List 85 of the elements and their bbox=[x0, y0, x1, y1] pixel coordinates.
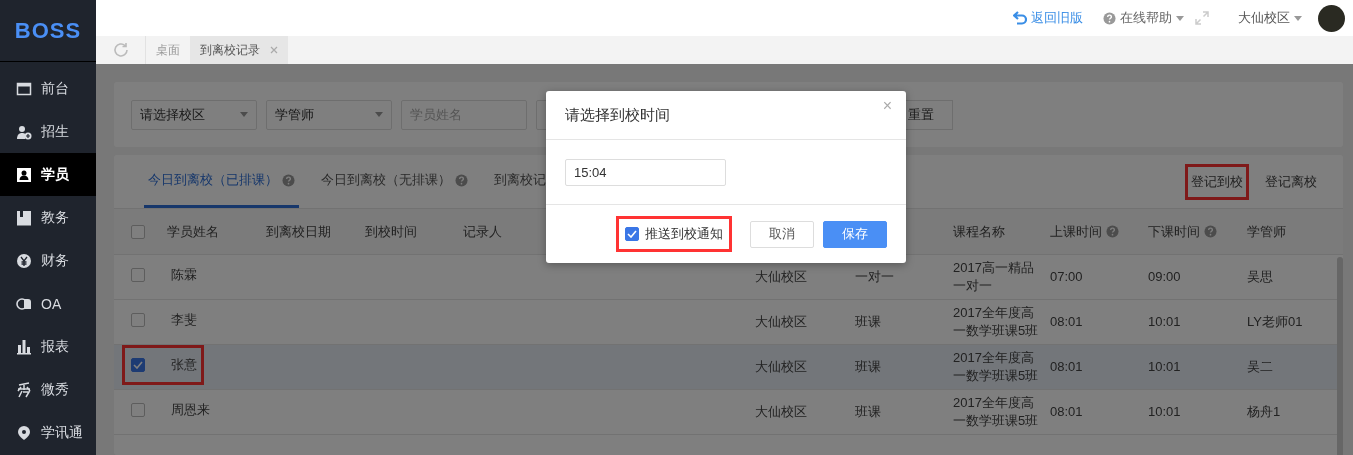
table-cell: 08:01 bbox=[1050, 313, 1083, 331]
select-field[interactable]: 请选择校区 bbox=[131, 99, 257, 130]
table-cell: 10:01 bbox=[1148, 358, 1181, 376]
sidebar-item[interactable]: 财务 bbox=[0, 239, 96, 282]
scrollbar[interactable] bbox=[1337, 257, 1343, 455]
checkmark-icon bbox=[133, 361, 143, 369]
caret-icon bbox=[375, 112, 383, 117]
back-link[interactable]: 返回旧版 bbox=[1013, 9, 1083, 28]
sidebar-item[interactable]: 招生 bbox=[0, 110, 96, 153]
table-cell: 李斐 bbox=[171, 311, 197, 329]
sidebar-item[interactable]: 前台 bbox=[0, 67, 96, 110]
help-icon bbox=[1103, 11, 1116, 25]
bar-chart-icon bbox=[16, 338, 32, 355]
book-icon bbox=[16, 209, 32, 226]
table-cell: 杨舟1 bbox=[1247, 403, 1281, 421]
refresh-icon bbox=[112, 42, 129, 59]
table-cell: 陈霖 bbox=[171, 266, 197, 284]
column-header: 记录人 bbox=[463, 222, 502, 241]
sidebar-item[interactable]: 学员 bbox=[0, 153, 96, 196]
sidebar-item[interactable]: 报表 bbox=[0, 325, 96, 368]
checkbox[interactable] bbox=[131, 403, 145, 417]
save-button[interactable]: 保存 bbox=[823, 220, 887, 248]
cancel-button[interactable]: 取消 bbox=[750, 220, 814, 248]
table-cell: 吴二 bbox=[1247, 358, 1273, 376]
checkbox[interactable] bbox=[131, 313, 145, 327]
sidebar-item[interactable]: 教务 bbox=[0, 196, 96, 239]
caret-icon bbox=[240, 112, 248, 117]
sidebar-item[interactable]: OA bbox=[0, 282, 96, 325]
select-field[interactable]: 学管师 bbox=[266, 99, 392, 130]
undo-icon bbox=[1013, 11, 1027, 26]
column-header: 下课时间 bbox=[1148, 222, 1200, 241]
table-cell: LY老师01 bbox=[1247, 313, 1303, 331]
checkbox[interactable] bbox=[131, 358, 145, 372]
caret-icon bbox=[1294, 15, 1302, 21]
help-icon bbox=[455, 173, 468, 187]
column-header: 上课时间 bbox=[1050, 222, 1102, 241]
sidebar-item[interactable]: 学讯通 bbox=[0, 411, 96, 454]
table-cell: 10:01 bbox=[1148, 403, 1181, 421]
help-menu[interactable]: 在线帮助 bbox=[1103, 9, 1184, 28]
list-tab[interactable]: 今日到离校（无排课） bbox=[317, 155, 472, 208]
time-field[interactable]: 15:04 bbox=[565, 158, 726, 186]
caret-icon bbox=[1176, 15, 1184, 21]
table-cell: 班课 bbox=[855, 403, 881, 421]
notify-checkbox[interactable]: 推送到校通知 bbox=[616, 216, 732, 252]
table-cell: 09:00 bbox=[1148, 268, 1181, 286]
table-cell: 07:00 bbox=[1050, 268, 1083, 286]
column-header: 学员姓名 bbox=[167, 222, 219, 241]
table-cell: 08:01 bbox=[1050, 358, 1083, 376]
brush-glyph-icon bbox=[16, 381, 32, 398]
dialog-title: 请选择到校时间 bbox=[565, 105, 670, 125]
close-icon bbox=[270, 46, 278, 55]
column-header: 到校时间 bbox=[365, 222, 417, 241]
help-icon bbox=[282, 173, 295, 187]
sidebar-item[interactable]: 微秀 bbox=[0, 368, 96, 411]
action-button[interactable]: 登记离校 bbox=[1259, 163, 1323, 200]
page-tab[interactable]: 桌面 bbox=[146, 36, 190, 64]
table-cell: 大仙校区 bbox=[755, 358, 807, 376]
checkbox[interactable] bbox=[131, 224, 145, 239]
action-button[interactable]: 登记到校 bbox=[1185, 163, 1249, 200]
list-tab[interactable]: 到离校记 bbox=[490, 155, 550, 208]
table-cell: 班课 bbox=[855, 358, 881, 376]
table-cell: 吴思 bbox=[1247, 268, 1273, 286]
calendar-icon bbox=[16, 80, 32, 97]
table-cell: 班课 bbox=[855, 313, 881, 331]
campus-menu[interactable]: 大仙校区 bbox=[1238, 9, 1302, 28]
table-cell: 10:01 bbox=[1148, 313, 1181, 331]
table-cell: 张意 bbox=[171, 356, 197, 374]
column-header: 到离校日期 bbox=[266, 222, 331, 241]
table-cell: 大仙校区 bbox=[755, 268, 807, 286]
checkbox[interactable] bbox=[131, 268, 145, 282]
user-add-icon bbox=[16, 123, 32, 140]
checkmark-icon bbox=[627, 230, 637, 238]
chat-icon bbox=[16, 295, 32, 312]
table-cell: 大仙校区 bbox=[755, 403, 807, 421]
table-cell: 周恩来 bbox=[171, 401, 210, 419]
table-cell: 大仙校区 bbox=[755, 313, 807, 331]
table-cell: 08:01 bbox=[1050, 403, 1083, 421]
page-tab[interactable]: 到离校记录 bbox=[190, 36, 288, 64]
column-header: 课程名称 bbox=[953, 222, 1005, 241]
expand-icon bbox=[1194, 10, 1210, 27]
avatar[interactable] bbox=[1318, 4, 1345, 32]
yen-coin-icon bbox=[16, 252, 32, 269]
location-pin-icon bbox=[16, 424, 32, 441]
user-card-icon bbox=[16, 166, 32, 183]
column-header: 学管师 bbox=[1247, 222, 1286, 241]
